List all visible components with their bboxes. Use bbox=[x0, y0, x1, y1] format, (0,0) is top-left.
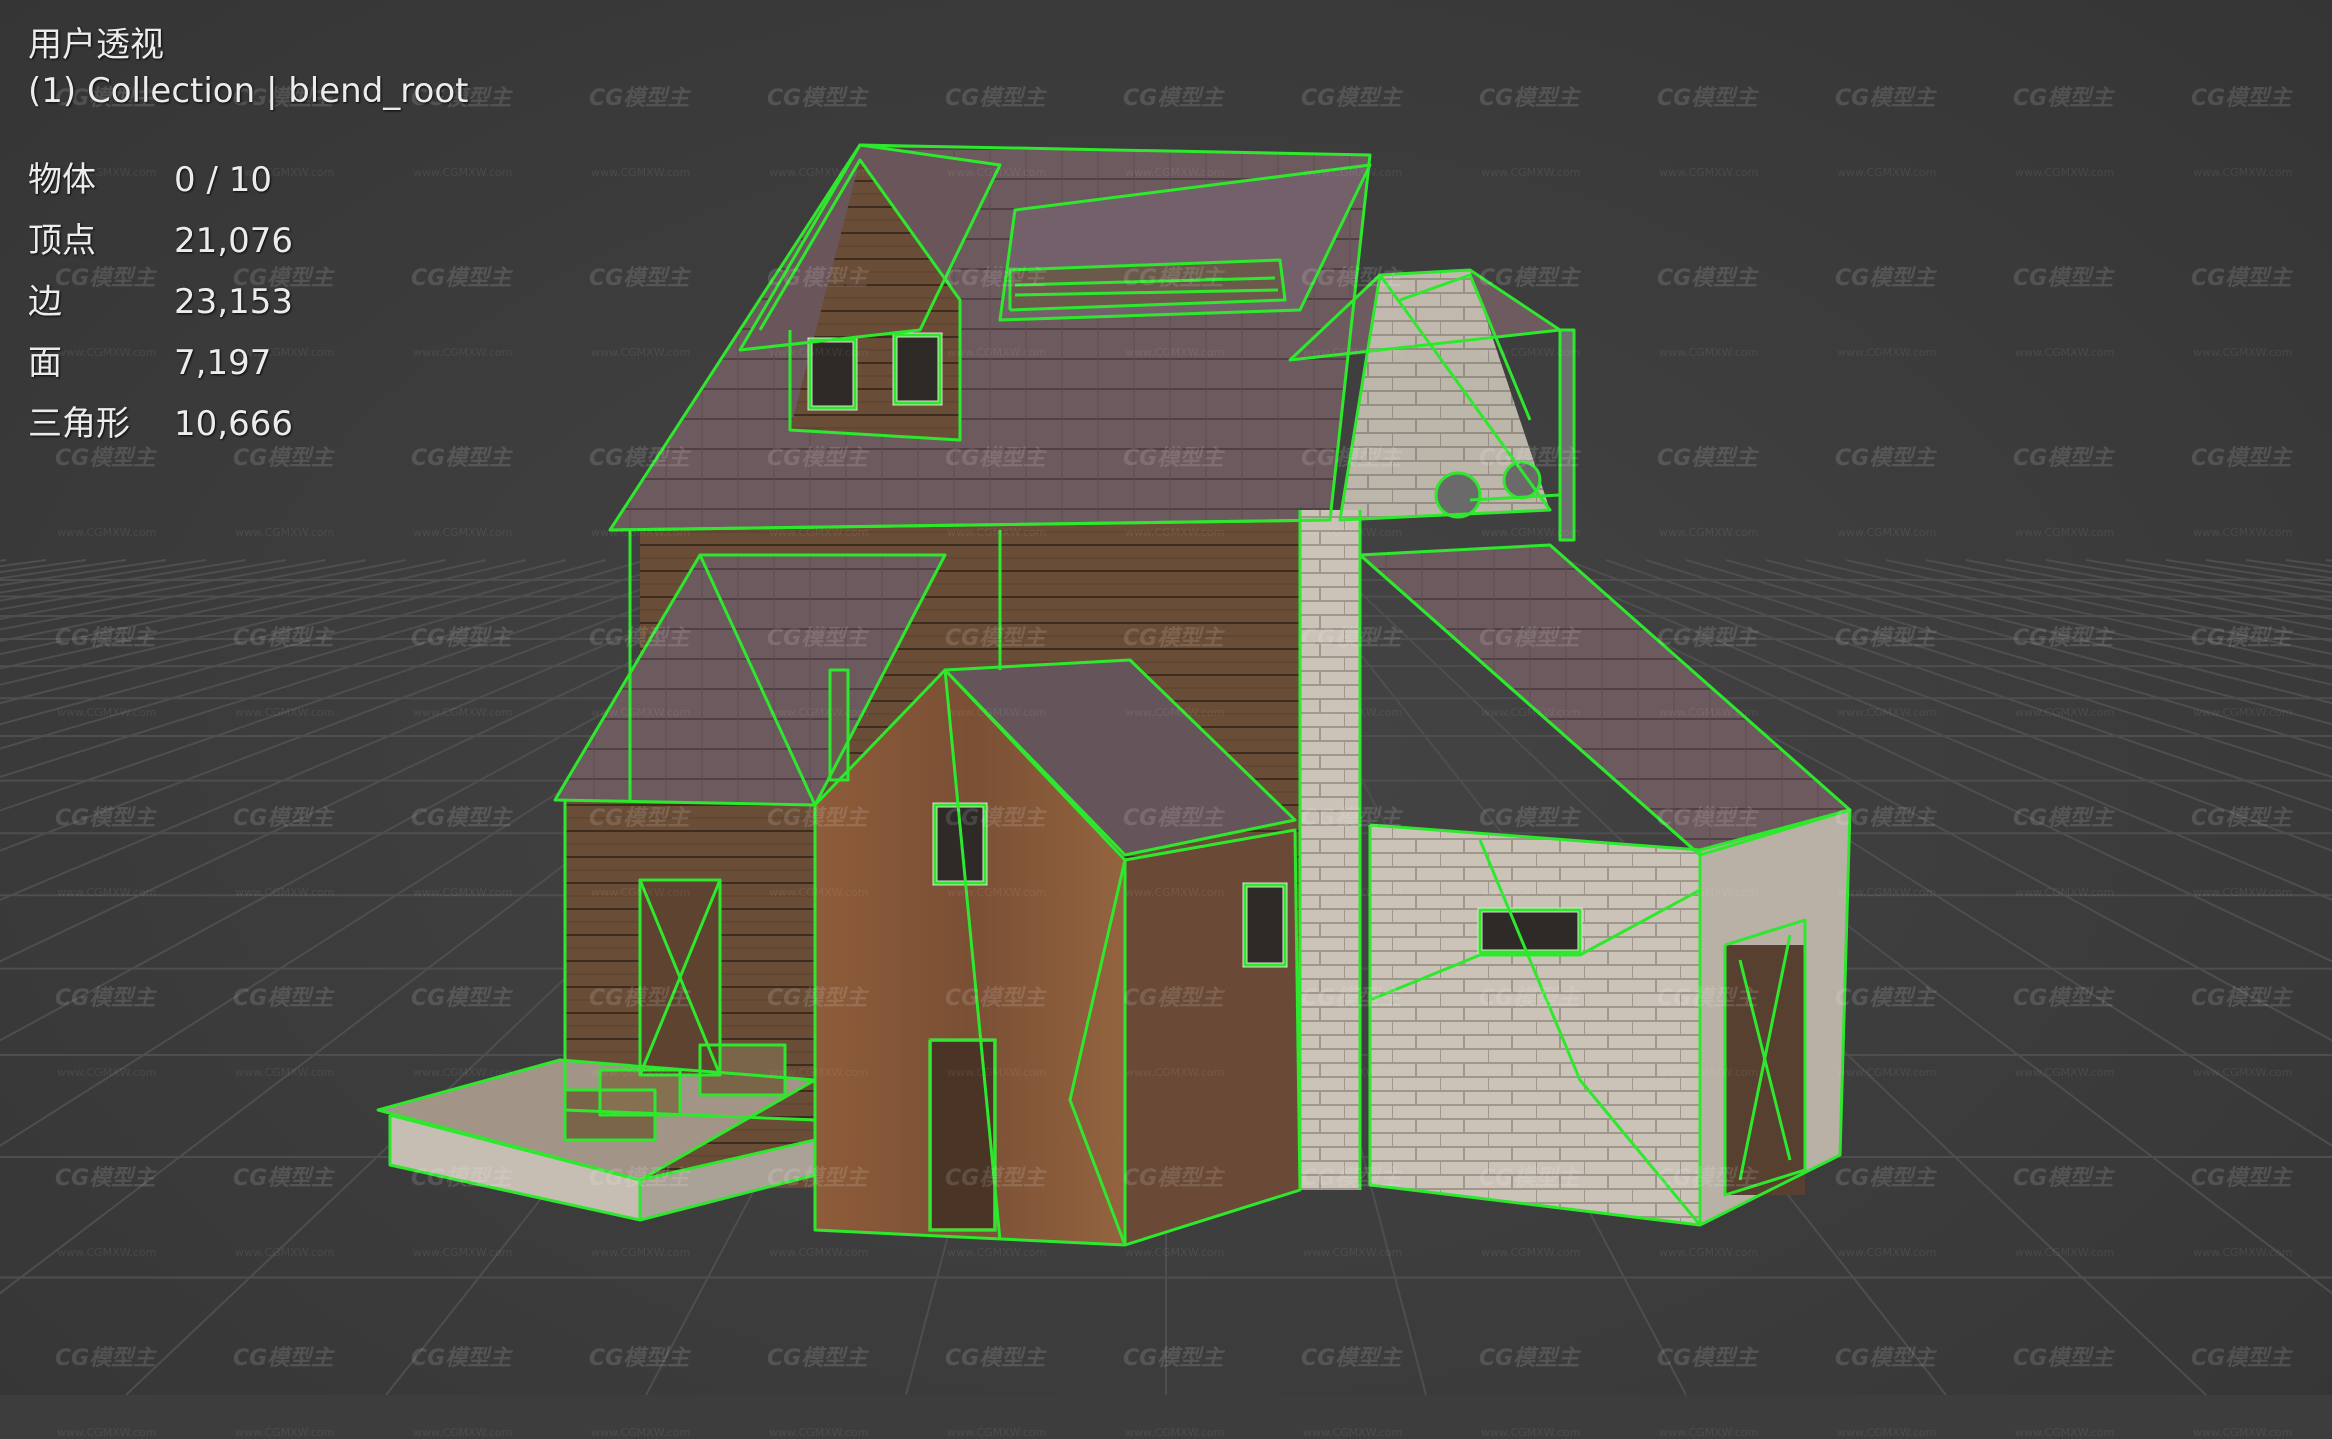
window bbox=[1242, 882, 1288, 968]
window bbox=[1477, 907, 1583, 955]
watermark-url: www.CGMXW.com bbox=[235, 1426, 335, 1439]
watermark-url: www.CGMXW.com bbox=[413, 1426, 513, 1439]
brick-column bbox=[1300, 510, 1360, 1190]
watermark-url: www.CGMXW.com bbox=[1303, 1426, 1403, 1439]
door bbox=[928, 1038, 997, 1232]
antenna-pole bbox=[1560, 330, 1574, 540]
chimney bbox=[830, 670, 848, 780]
watermark-url: www.CGMXW.com bbox=[769, 1426, 869, 1439]
watermark-url: www.CGMXW.com bbox=[947, 1426, 1047, 1439]
watermark-url: www.CGMXW.com bbox=[1125, 1426, 1225, 1439]
window bbox=[892, 332, 943, 406]
3d-viewport[interactable]: CG模型主 www.CGMXW.com CG模型主 www.CGMXW.com CG模型… bbox=[0, 0, 2332, 1439]
watermark-url: www.CGMXW.com bbox=[1659, 1426, 1759, 1439]
watermark-url: www.CGMXW.com bbox=[1837, 1426, 1937, 1439]
watermark-url: www.CGMXW.com bbox=[1481, 1426, 1581, 1439]
scene-canvas bbox=[0, 143, 2332, 1395]
barn-door bbox=[1725, 945, 1805, 1195]
watermark-url: www.CGMXW.com bbox=[591, 1426, 691, 1439]
watermark-url: www.CGMXW.com bbox=[2015, 1426, 2115, 1439]
right-wing-roof bbox=[1360, 545, 1850, 855]
crate bbox=[600, 1070, 680, 1115]
window bbox=[807, 337, 858, 411]
watermark-url: www.CGMXW.com bbox=[2193, 1426, 2293, 1439]
watermark-url: www.CGMXW.com bbox=[57, 1426, 157, 1439]
